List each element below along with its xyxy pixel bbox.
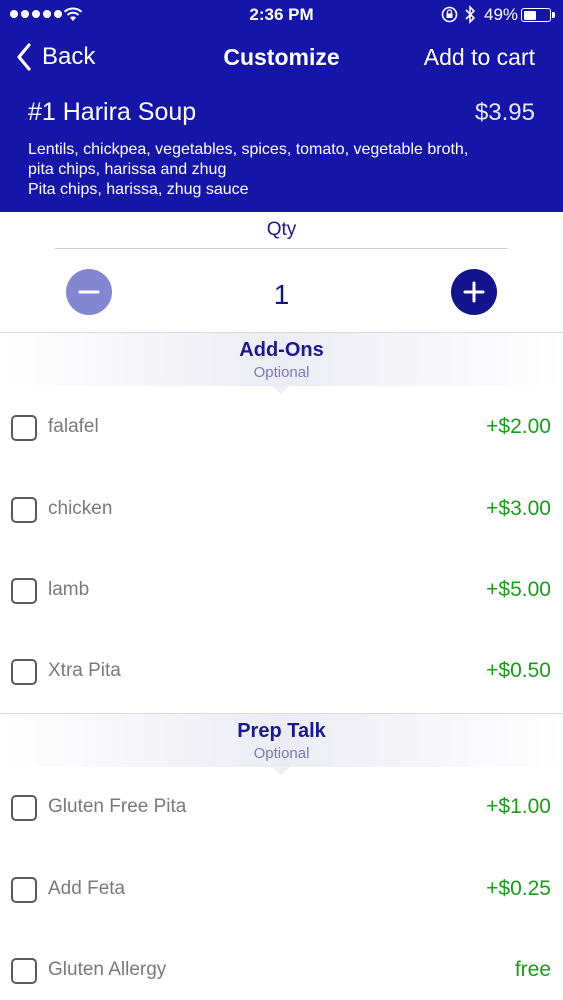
option-row-gluten-allergy[interactable]: Gluten Allergy free (0, 941, 563, 1000)
option-label: Gluten Allergy (48, 959, 167, 980)
option-label: Xtra Pita (48, 660, 121, 681)
option-label: Add Feta (48, 878, 126, 899)
option-price: free (514, 958, 551, 981)
page-title: Customize (223, 44, 340, 70)
section-title: Prep Talk (237, 720, 326, 742)
checkbox[interactable] (11, 497, 37, 523)
option-label: chicken (48, 498, 113, 519)
item-description-line: Pita chips, harissa, zhug sauce (28, 181, 249, 198)
qty-divider (55, 248, 508, 249)
option-price: +$2.00 (486, 415, 551, 438)
add-to-cart-button[interactable]: Add to cart (424, 44, 535, 71)
option-price: +$1.00 (486, 795, 551, 818)
section-title: Add-Ons (239, 339, 324, 361)
plus-icon (463, 281, 485, 303)
option-price: +$3.00 (486, 497, 551, 520)
chevron-left-icon (17, 43, 31, 71)
checkbox[interactable] (11, 795, 37, 821)
battery-percent: 49% (484, 5, 519, 24)
increase-quantity-button[interactable] (451, 269, 497, 315)
decrease-quantity-button[interactable] (66, 269, 112, 315)
item-description-line: Lentils, chickpea, vegetables, spices, t… (28, 141, 469, 158)
option-row-xtra-pita[interactable]: Xtra Pita +$0.50 (0, 642, 563, 702)
option-price: +$0.25 (486, 877, 551, 900)
quantity-value: 1 (273, 279, 290, 310)
minus-icon (78, 290, 100, 294)
rotation-lock-icon (441, 6, 458, 23)
option-label: lamb (48, 579, 90, 600)
navigation-bar: Back Customize Add to cart (0, 30, 563, 86)
qty-label: Qty (266, 219, 297, 240)
item-name: #1 Harira Soup (28, 98, 197, 126)
checkbox[interactable] (11, 958, 37, 984)
section-pointer (272, 767, 290, 775)
section-subtitle: Optional (253, 745, 310, 762)
checkbox[interactable] (11, 578, 37, 604)
option-row-add-feta[interactable]: Add Feta +$0.25 (0, 860, 563, 920)
bluetooth-icon (465, 5, 476, 24)
option-label: Gluten Free Pita (48, 796, 187, 817)
item-header: #1 Harira Soup $3.95 Lentils, chickpea, … (0, 86, 563, 212)
checkbox[interactable] (11, 659, 37, 685)
option-row-chicken[interactable]: chicken +$3.00 (0, 480, 563, 540)
checkbox[interactable] (11, 877, 37, 903)
option-price: +$5.00 (486, 578, 551, 601)
option-price: +$0.50 (486, 659, 551, 682)
option-label: falafel (48, 416, 99, 437)
item-description: Lentils, chickpea, vegetables, spices, t… (28, 140, 538, 200)
battery-icon (521, 8, 555, 22)
item-price: $3.95 (474, 99, 535, 126)
option-row-falafel[interactable]: falafel +$2.00 (0, 398, 563, 458)
option-row-gluten-free-pita[interactable]: Gluten Free Pita +$1.00 (0, 778, 563, 838)
section-pointer (272, 386, 290, 394)
section-header-add-ons: Add-Ons Optional (0, 332, 563, 394)
back-button[interactable]: Back (16, 43, 95, 71)
option-row-lamb[interactable]: lamb +$5.00 (0, 561, 563, 621)
status-time: 2:36 PM (249, 5, 314, 24)
status-bar: 2:36 PM 49% (0, 0, 563, 30)
item-description-line: pita chips, harissa and zhug (28, 161, 227, 178)
checkbox[interactable] (11, 415, 37, 441)
section-subtitle: Optional (253, 364, 310, 381)
back-label: Back (42, 43, 96, 70)
section-header-prep-talk: Prep Talk Optional (0, 713, 563, 775)
